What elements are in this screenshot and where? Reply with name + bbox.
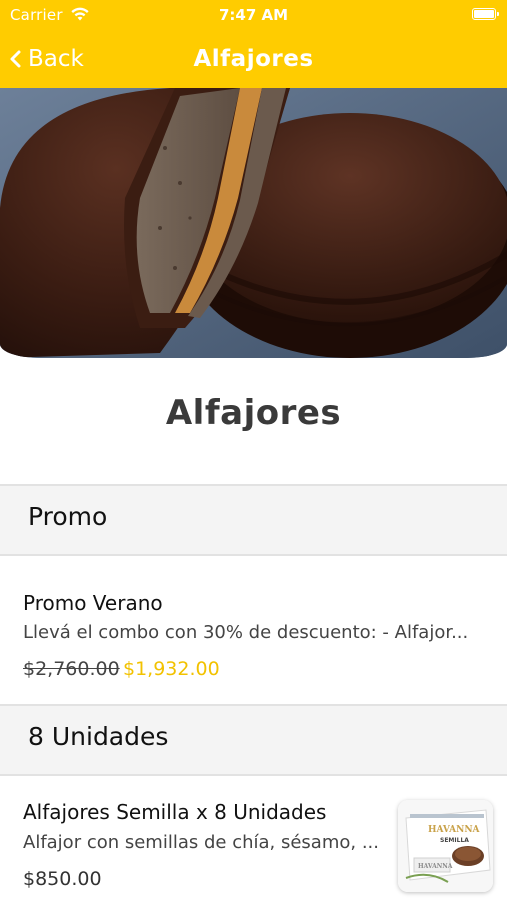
section-title: 8 Unidades [28, 722, 169, 751]
section-title: Promo [28, 502, 108, 531]
status-bar: Carrier 7:47 AM [0, 0, 507, 30]
nav-title: Alfajores [193, 46, 314, 72]
product-promo-verano[interactable]: Promo Verano Llevá el combo con 30% de d… [0, 556, 507, 704]
thumb-brand: HAVANNA [428, 825, 481, 835]
section-header-promo: Promo [0, 484, 507, 556]
thumb-brand-small: HAVANNA [418, 863, 453, 870]
product-name: Promo Verano [23, 591, 163, 615]
page-title: Alfajores [165, 393, 342, 433]
product-description: Llevá el combo con 30% de descuento: - A… [23, 622, 469, 643]
section-header-8-unidades: 8 Unidades [0, 704, 507, 776]
hero-image [0, 88, 507, 358]
thumb-variant: SEMILLA [440, 837, 469, 844]
product-thumbnail[interactable]: HAVANNA SEMILLA HAVANNA [398, 800, 493, 892]
product-price: $1,932.00 [123, 658, 220, 680]
battery-icon [472, 8, 499, 20]
app-header: Carrier 7:47 AM Back Alfajores [0, 0, 507, 88]
product-price: $850.00 [23, 868, 102, 890]
clock: 7:47 AM [218, 6, 289, 24]
product-name: Alfajores Semilla x 8 Unidades [23, 800, 327, 824]
product-old-price: $2,760.00 [23, 658, 120, 680]
product-description: Alfajor con semillas de chía, sésamo, ..… [23, 832, 379, 853]
